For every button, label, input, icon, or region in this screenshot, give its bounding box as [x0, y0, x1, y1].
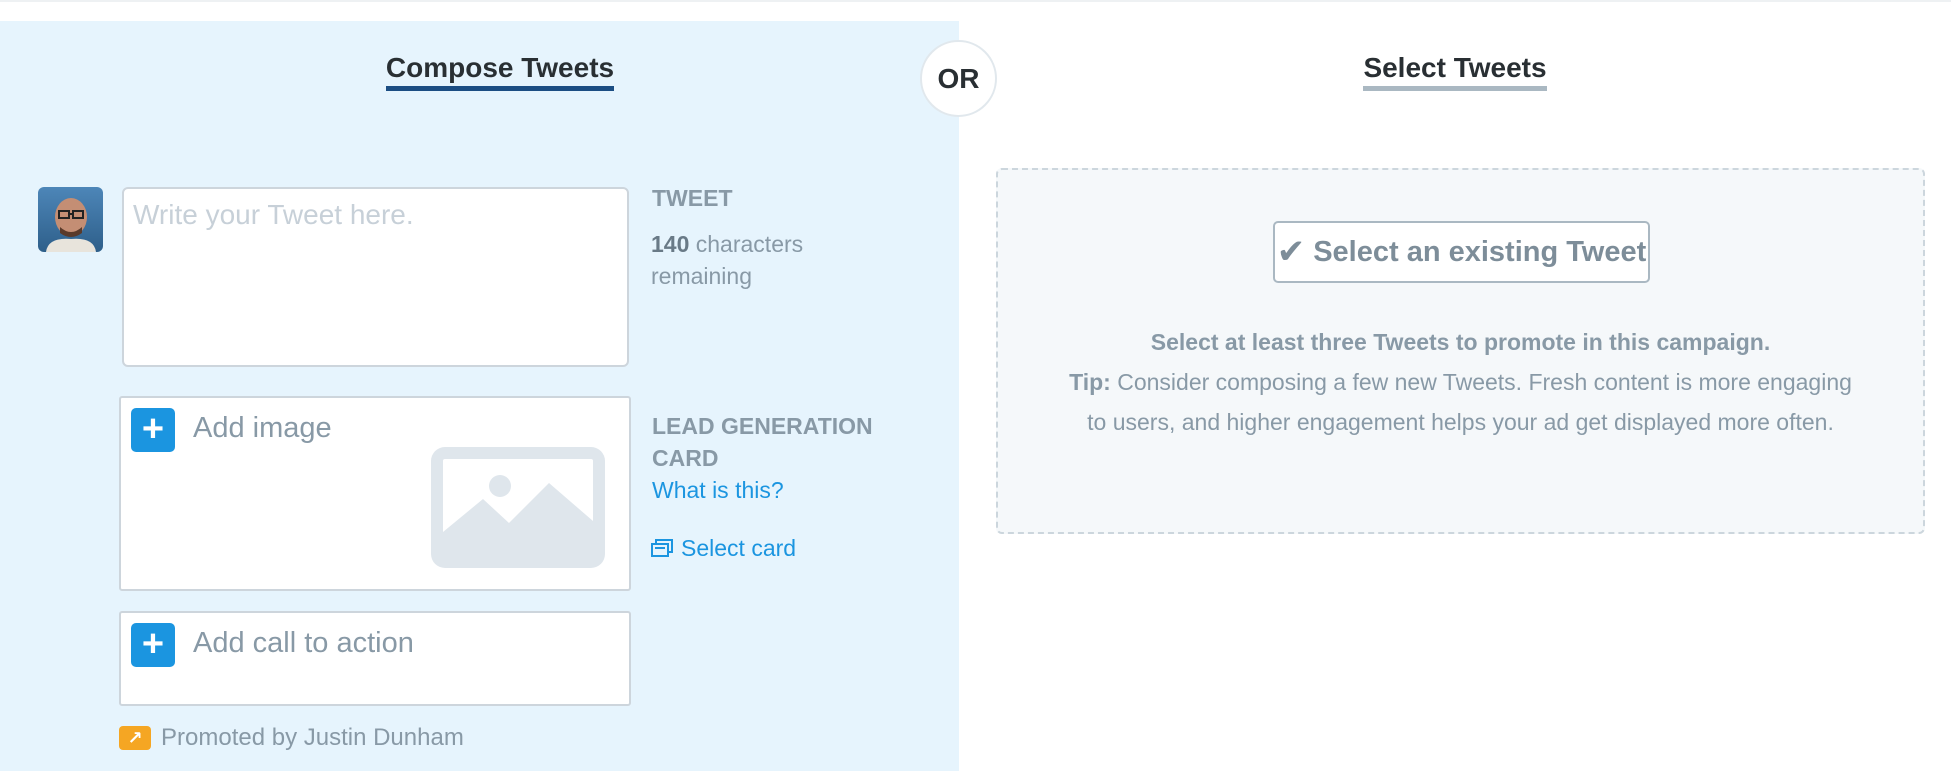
select-tweets-dropzone: ✔ Select an existing Tweet Select at lea…: [996, 168, 1925, 534]
tip-label: Tip:: [1069, 369, 1111, 395]
what-is-this-link[interactable]: What is this?: [652, 474, 784, 506]
select-requirement-text: Select at least three Tweets to promote …: [1150, 329, 1771, 355]
compose-tab[interactable]: Compose Tweets: [0, 52, 1000, 91]
lead-generation-card-label: LEAD GENERATION CARD: [652, 413, 873, 471]
select-tweets-title[interactable]: Select Tweets: [1363, 52, 1547, 91]
add-cta-plus-icon[interactable]: +: [131, 623, 175, 667]
card-icon: [651, 539, 673, 557]
promoted-by-text: Promoted by Justin Dunham: [161, 724, 464, 751]
select-card-label[interactable]: Select card: [681, 532, 796, 564]
select-instructions: Select at least three Tweets to promote …: [1058, 322, 1863, 442]
select-card-link[interactable]: Select card: [651, 532, 796, 564]
promoted-arrow-icon: ↗: [119, 726, 151, 750]
char-count: 140: [651, 231, 690, 257]
add-image-label[interactable]: Add image: [193, 412, 332, 445]
select-existing-tweet-label[interactable]: Select an existing Tweet: [1313, 236, 1646, 269]
image-placeholder-icon: [431, 447, 605, 568]
tip-text: Consider composing a few new Tweets. Fre…: [1087, 369, 1852, 435]
compose-tweets-title[interactable]: Compose Tweets: [385, 52, 615, 91]
tweet-label: TWEET: [652, 185, 733, 211]
top-divider: [0, 0, 1951, 2]
char-counter: 140 characters remaining: [651, 228, 851, 292]
promoted-by: ↗ Promoted by Justin Dunham: [119, 724, 464, 752]
tweet-input[interactable]: [133, 199, 618, 355]
checkmark-icon: ✔: [1276, 233, 1306, 271]
tweet-compose-box[interactable]: [122, 187, 629, 367]
user-avatar: [38, 187, 103, 252]
add-cta-label[interactable]: Add call to action: [193, 627, 414, 660]
add-image-plus-icon[interactable]: +: [131, 408, 175, 452]
add-call-to-action-box[interactable]: + Add call to action: [119, 611, 631, 706]
add-image-box[interactable]: + Add image: [119, 396, 631, 591]
select-tab[interactable]: Select Tweets: [959, 52, 1951, 91]
select-existing-tweet-button[interactable]: ✔ Select an existing Tweet: [1273, 221, 1650, 283]
